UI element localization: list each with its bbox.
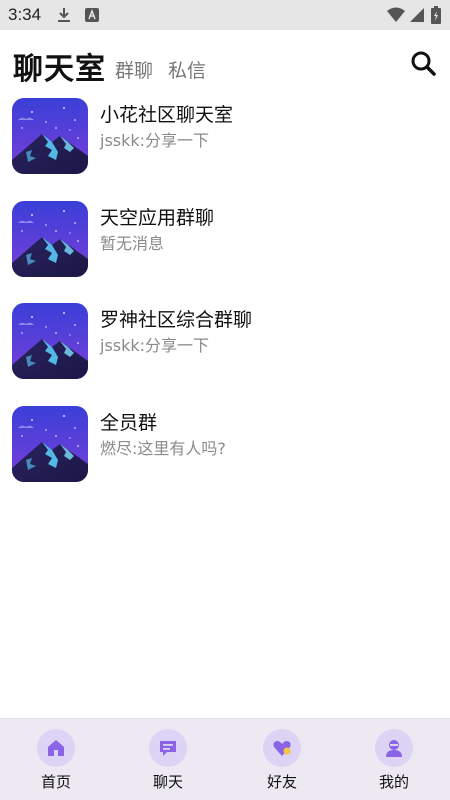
search-icon [411,51,436,76]
chat-item[interactable]: 天空应用群聊 暂无消息 [0,195,450,285]
nav-label: 聊天 [152,773,183,791]
download-icon [58,8,70,22]
nav-label: 首页 [40,773,71,791]
chat-item[interactable]: 小花社区聊天室 jsskk:分享一下 [0,92,450,182]
heart-icon [263,729,301,767]
avatar [12,303,88,379]
chat-item[interactable]: 全员群 燃尽:这里有人吗? [0,400,450,490]
app-notification-icon [85,8,99,22]
chat-preview: 暂无消息 [100,234,165,253]
user-icon [375,729,413,767]
nav-item-profile[interactable]: 我的 [338,719,450,800]
nav-label: 好友 [266,773,297,791]
chat-name: 天空应用群聊 [100,207,215,229]
chat-name: 罗神社区综合群聊 [100,309,253,331]
battery-icon [431,6,441,24]
status-bar: 3:34 [0,0,450,30]
wifi-icon [387,7,405,22]
header: 聊天室 群聊 私信 [0,30,450,92]
nav-item-home[interactable]: 首页 [0,719,112,800]
tab-group-chat[interactable]: 群聊 [115,56,153,83]
tab-private-message[interactable]: 私信 [168,56,206,83]
nav-item-chat[interactable]: 聊天 [112,719,224,800]
status-time: 3:34 [8,5,42,24]
nav-label: 我的 [378,773,409,791]
chat-preview: jsskk:分享一下 [100,336,210,355]
bottom-nav: 首页 聊天 好友 我的 [0,718,450,800]
avatar [12,201,88,277]
chat-name: 全员群 [100,412,158,434]
chat-name: 小花社区聊天室 [100,104,234,126]
chat-preview: 燃尽:这里有人吗? [100,439,226,458]
home-icon [37,729,75,767]
page-title: 聊天室 [13,52,106,87]
chat-icon [149,729,187,767]
signal-icon [410,8,424,22]
avatar [12,98,88,174]
avatar [12,406,88,482]
search-button[interactable] [408,48,438,78]
chat-item[interactable]: 罗神社区综合群聊 jsskk:分享一下 [0,297,450,387]
nav-item-friends[interactable]: 好友 [226,719,338,800]
chat-preview: jsskk:分享一下 [100,131,210,150]
